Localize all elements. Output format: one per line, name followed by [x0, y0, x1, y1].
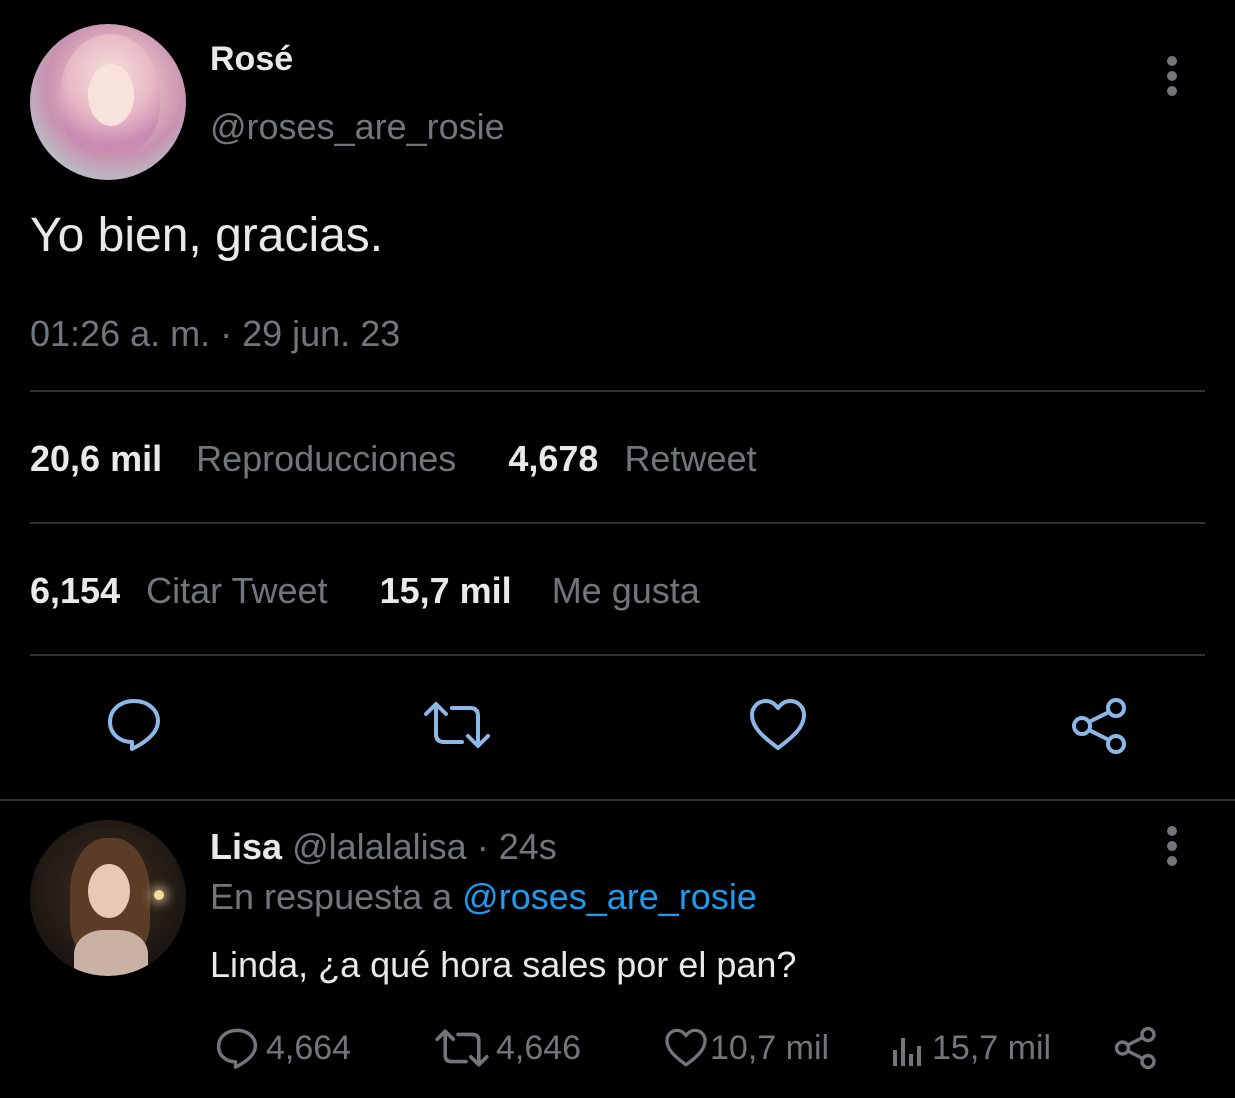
reply-retweet-button[interactable]: 4,646 — [434, 1020, 581, 1076]
stats-row-views-retweets: 20,6 mil Reproducciones 4,678 Retweet — [30, 438, 757, 480]
quotes-stat[interactable]: 6,154 Citar Tweet — [30, 570, 338, 611]
like-icon[interactable] — [748, 698, 808, 752]
retweets-label: Retweet — [624, 438, 757, 479]
views-label: Reproducciones — [196, 438, 457, 479]
like-icon — [665, 1028, 707, 1067]
stats-row-quotes-likes: 6,154 Citar Tweet 15,7 mil Me gusta — [30, 570, 700, 612]
retweet-icon[interactable] — [422, 700, 492, 750]
avatar-light — [154, 890, 164, 900]
divider — [30, 522, 1205, 524]
more-options-icon[interactable] — [1160, 56, 1184, 96]
reply-icon — [216, 1028, 258, 1069]
views-icon — [893, 1038, 921, 1066]
avatar-face — [88, 864, 130, 918]
tweet-thread: Rosé @roses_are_rosie Yo bien, gracias. … — [0, 0, 1235, 1098]
reply-to-handle-link[interactable]: @roses_are_rosie — [462, 876, 757, 917]
reply-time[interactable]: · 24s — [477, 826, 557, 867]
author-name[interactable]: Rosé — [210, 40, 293, 79]
reply-text: Linda, ¿a qué hora sales por el pan? — [210, 944, 797, 985]
views-stat[interactable]: 20,6 mil Reproducciones — [30, 438, 466, 479]
retweets-count: 4,678 — [508, 438, 599, 479]
share-icon — [1114, 1026, 1156, 1070]
reply-views-count: 15,7 mil — [932, 1028, 1052, 1067]
share-icon[interactable] — [1068, 696, 1132, 756]
divider — [30, 390, 1205, 392]
thread-divider — [0, 799, 1235, 801]
tweet-actions — [0, 690, 1235, 760]
reply-more-options-icon[interactable] — [1160, 826, 1184, 866]
reply-avatar[interactable] — [30, 820, 186, 976]
reply-retweets-count: 4,646 — [496, 1028, 582, 1067]
reply-actions: 4,664 4,646 10,7 mil 15,7 mil — [0, 1020, 1235, 1080]
avatar-body — [74, 930, 148, 976]
views-count: 20,6 mil — [30, 438, 163, 479]
reply-author-name[interactable]: Lisa — [210, 826, 282, 867]
reply-author-handle[interactable]: @lalalalisa — [292, 826, 467, 867]
retweet-icon — [435, 1029, 489, 1067]
likes-stat[interactable]: 15,7 mil Me gusta — [380, 570, 700, 611]
quotes-label: Citar Tweet — [146, 570, 328, 611]
tweet-timestamp[interactable]: 01:26 a. m. · 29 jun. 23 — [30, 313, 400, 355]
quotes-count: 6,154 — [30, 570, 121, 611]
reply-icon[interactable] — [104, 696, 164, 752]
avatar[interactable] — [30, 24, 186, 180]
retweets-stat[interactable]: 4,678 Retweet — [508, 438, 756, 479]
reply-like-button[interactable]: 10,7 mil — [664, 1020, 829, 1076]
author-handle[interactable]: @roses_are_rosie — [210, 106, 505, 148]
reply-views-button[interactable]: 15,7 mil — [890, 1020, 1051, 1076]
tweet-text: Yo bien, gracias. — [30, 209, 384, 262]
reply-to-line: En respuesta a @roses_are_rosie — [210, 876, 757, 918]
reply-reply-button[interactable]: 4,664 — [214, 1020, 351, 1076]
reply-to-label: En respuesta a — [210, 876, 453, 917]
reply-likes-count: 10,7 mil — [710, 1028, 830, 1067]
reply-share-button[interactable] — [1112, 1020, 1160, 1076]
reply-header: Lisa @lalalalisa · 24s — [210, 826, 557, 868]
avatar-face — [88, 64, 134, 126]
likes-count: 15,7 mil — [379, 570, 512, 611]
likes-label: Me gusta — [551, 570, 700, 611]
divider — [30, 654, 1205, 656]
reply-replies-count: 4,664 — [266, 1028, 352, 1067]
